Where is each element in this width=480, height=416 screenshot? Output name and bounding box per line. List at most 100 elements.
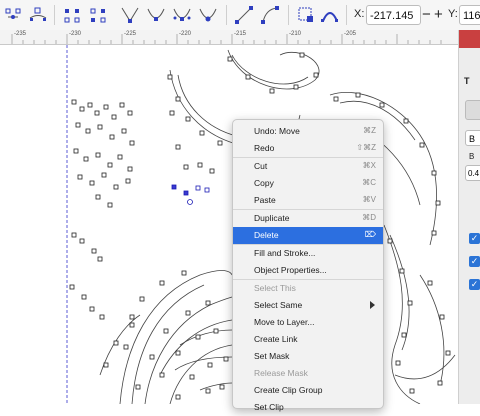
x-decrement-button[interactable]: − (422, 6, 431, 24)
path-node-handle[interactable] (129, 140, 135, 146)
path-node-handle[interactable] (109, 134, 115, 140)
menu-item-cut[interactable]: Cut ⌘X (233, 158, 383, 175)
path-node-handle[interactable] (83, 156, 89, 162)
panel-tab[interactable]: T (464, 76, 470, 86)
path-node-handle[interactable] (387, 238, 393, 244)
path-node-handle[interactable] (437, 380, 443, 386)
panel-button[interactable] (465, 100, 480, 120)
menu-item-copy[interactable]: Copy ⌘C (233, 175, 383, 192)
path-node-handle[interactable] (293, 84, 299, 90)
path-node-handle[interactable] (101, 172, 107, 178)
path-node-handle[interactable] (149, 354, 155, 360)
path-node-handle[interactable] (207, 362, 213, 368)
path-node-handle[interactable] (71, 232, 77, 238)
path-node-handle[interactable] (107, 162, 113, 168)
panel-checkbox[interactable]: ✓ (469, 279, 480, 290)
path-node-handle[interactable] (427, 280, 433, 286)
path-node-handle[interactable] (175, 144, 181, 150)
path-node-handle[interactable] (111, 114, 117, 120)
path-node-handle[interactable] (107, 202, 113, 208)
y-coordinate-input[interactable]: 116.8 (459, 5, 480, 25)
menu-item-move-to-layer[interactable]: Move to Layer... (233, 314, 383, 331)
path-node-handle[interactable] (127, 110, 133, 116)
path-node-handle[interactable] (409, 388, 415, 394)
menu-item-undo[interactable]: Undo: Move ⌘Z (233, 123, 383, 140)
path-node-handle[interactable] (217, 140, 223, 146)
path-node-handle[interactable] (209, 168, 215, 174)
path-node-handle[interactable] (219, 384, 225, 390)
object-to-path-icon[interactable] (294, 3, 318, 27)
path-node-handle[interactable] (127, 166, 133, 172)
menu-item-delete[interactable]: Delete ⌦ (233, 227, 383, 244)
path-node-handle[interactable] (431, 170, 437, 176)
path-node-handle[interactable] (431, 230, 437, 236)
path-node-handle[interactable] (227, 56, 233, 62)
path-node-handle[interactable] (169, 110, 175, 116)
path-node-handle[interactable] (185, 310, 191, 316)
path-node-handle[interactable] (95, 194, 101, 200)
horizontal-ruler[interactable]: -235 -230 -225 -220 -215 -210 -205 (0, 30, 458, 45)
path-node-handle[interactable] (117, 154, 123, 160)
menu-item-create-link[interactable]: Create Link (233, 331, 383, 348)
path-node-handle[interactable] (189, 374, 195, 380)
path-node-handle[interactable] (399, 268, 405, 274)
path-node-handle[interactable] (89, 306, 95, 312)
path-node-handle[interactable] (395, 360, 401, 366)
menu-item-create-clip-group[interactable]: Create Clip Group (233, 382, 383, 399)
path-node-handle[interactable] (445, 350, 451, 356)
path-node-handle[interactable] (119, 102, 125, 108)
menu-item-set-clip[interactable]: Set Clip (233, 399, 383, 416)
node-smooth-icon[interactable] (144, 3, 168, 27)
path-node-handle[interactable] (129, 322, 135, 328)
path-node-handle[interactable] (159, 280, 165, 286)
path-node-handle[interactable] (181, 270, 187, 276)
segment-line-icon[interactable] (232, 3, 256, 27)
node-auto-icon[interactable] (196, 3, 220, 27)
x-increment-button[interactable]: + (434, 6, 443, 24)
stroke-to-path-icon[interactable] (318, 3, 342, 27)
panel-button-b[interactable]: B (465, 130, 480, 146)
break-path-icon[interactable] (86, 3, 110, 27)
path-node-handle[interactable] (205, 300, 211, 306)
path-node-handle[interactable] (419, 142, 425, 148)
menu-item-redo[interactable]: Redo ⇧⌘Z (233, 140, 383, 157)
path-node-handle[interactable] (85, 128, 91, 134)
path-node-handle[interactable] (175, 350, 181, 356)
path-node-handle[interactable] (379, 102, 385, 108)
delete-nodes-icon[interactable] (26, 3, 50, 27)
path-node-handle[interactable] (94, 110, 100, 116)
menu-item-paste[interactable]: Paste ⌘V (233, 192, 383, 209)
path-node-handle[interactable] (139, 296, 145, 302)
path-node-handle[interactable] (223, 356, 229, 362)
menu-item-fill-and-stroke[interactable]: Fill and Stroke... (233, 245, 383, 262)
path-node-handle[interactable] (113, 184, 119, 190)
path-node-handle[interactable] (77, 174, 83, 180)
path-node-handle[interactable] (197, 162, 203, 168)
path-node-handle[interactable] (175, 394, 181, 400)
path-node-handle[interactable] (125, 178, 131, 184)
path-node-handle[interactable] (89, 180, 95, 186)
path-node-handle[interactable] (159, 372, 165, 378)
path-node-handle[interactable] (401, 332, 407, 338)
path-node-handle[interactable] (167, 74, 173, 80)
panel-close-icon[interactable] (459, 30, 480, 48)
path-node-handle[interactable] (103, 104, 109, 110)
path-node-handle[interactable] (205, 388, 211, 394)
segment-curve-icon[interactable] (258, 3, 282, 27)
path-node-handle[interactable] (163, 328, 169, 334)
path-node-handle[interactable] (185, 116, 191, 122)
path-node-handle[interactable] (97, 256, 103, 262)
path-node-handle[interactable] (75, 122, 81, 128)
menu-item-object-properties[interactable]: Object Properties... (233, 262, 383, 279)
path-node-handle[interactable] (175, 96, 181, 102)
path-node-handle[interactable] (135, 384, 141, 390)
path-node-handle[interactable] (69, 284, 75, 290)
path-node-handle[interactable] (99, 314, 105, 320)
x-coordinate-input[interactable]: -217.145 (366, 5, 421, 25)
path-node-handle[interactable] (313, 72, 319, 78)
path-node-handle[interactable] (103, 362, 109, 368)
path-node-handle[interactable] (213, 328, 219, 334)
path-node-handle[interactable] (129, 314, 135, 320)
path-node-handle[interactable] (79, 106, 85, 112)
menu-item-select-same[interactable]: Select Same (233, 297, 383, 314)
